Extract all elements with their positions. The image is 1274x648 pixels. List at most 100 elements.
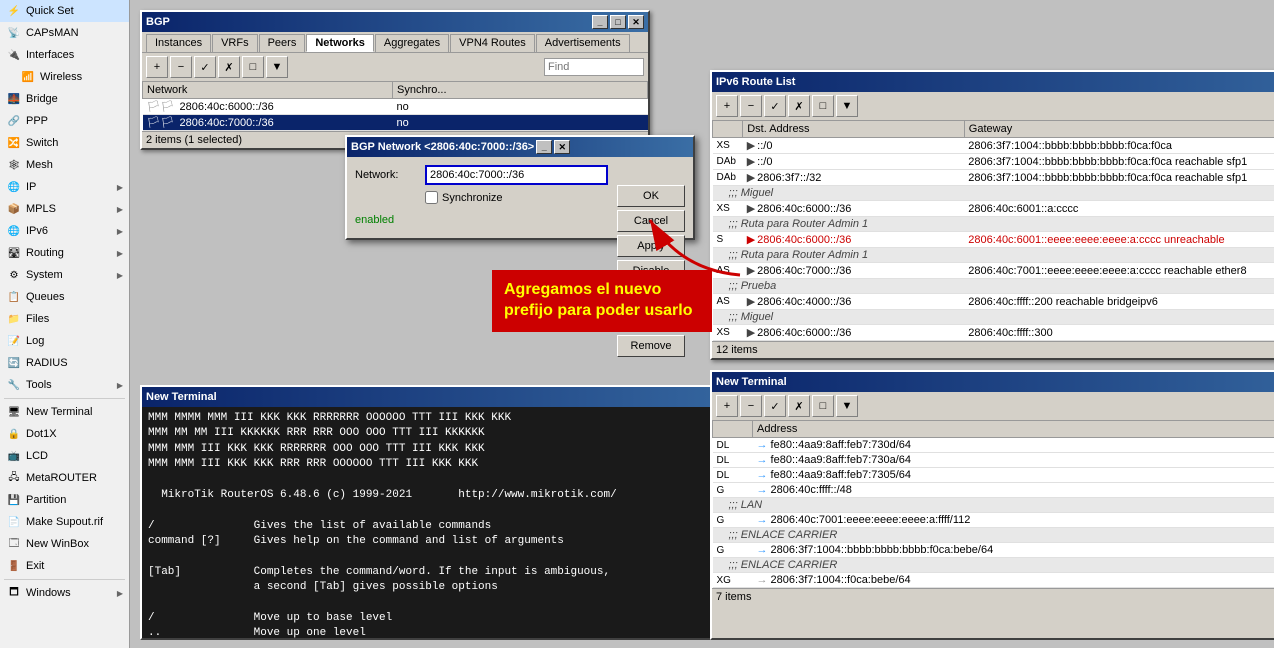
sidebar-item-capsman[interactable]: 📡 CAPsMAN	[0, 22, 129, 44]
ipv6-remove-btn[interactable]: −	[740, 95, 762, 117]
ipv6-filter-btn[interactable]: ▼	[836, 95, 858, 117]
sidebar-item-switch[interactable]: 🔀 Switch	[0, 132, 129, 154]
terminal-line: MMM MMM III KKK KKK RRRRRRR OOO OOO TTT …	[148, 442, 802, 457]
addr-window: New Terminal _ □ ✕ + − ✓ ✗ □ ▼ Address	[710, 370, 1274, 640]
ipv6-title: IPv6 Route List	[716, 76, 1274, 88]
bgp-maximize-btn[interactable]: □	[610, 15, 626, 29]
table-row[interactable]: G → 2806:40c:7001:eeee:eeee:eeee:a:ffff/…	[713, 513, 1274, 528]
supout-icon: 📄	[6, 514, 22, 530]
tab-instances[interactable]: Instances	[146, 34, 211, 52]
queues-icon: 📋	[6, 289, 22, 305]
table-row[interactable]: XS ▶::/0 2806:3f7:1004::bbbb:bbbb:bbbb:f…	[713, 138, 1274, 154]
ipv6-enable-btn[interactable]: ✓	[764, 95, 786, 117]
lcd-icon: 📺	[6, 448, 22, 464]
sidebar-item-exit[interactable]: 🚪 Exit	[0, 555, 129, 577]
table-row[interactable]: 🏳🏳 2806:40c:6000::/36 no	[143, 99, 648, 115]
addr-filter-btn[interactable]: ▼	[836, 395, 858, 417]
addr-copy-btn[interactable]: □	[812, 395, 834, 417]
table-row[interactable]: DL → fe80::4aa9:8aff:feb7:730d/64	[713, 438, 1274, 453]
sidebar-item-partition[interactable]: 💾 Partition	[0, 489, 129, 511]
sidebar-item-ppp[interactable]: 🔗 PPP	[0, 110, 129, 132]
table-row[interactable]: DAb ▶::/0 2806:3f7:1004::bbbb:bbbb:bbbb:…	[713, 154, 1274, 170]
addr-remove-btn[interactable]: −	[740, 395, 762, 417]
ipv6-copy-btn[interactable]: □	[812, 95, 834, 117]
ipv6-add-btn[interactable]: +	[716, 95, 738, 117]
sidebar-item-ip[interactable]: 🌐 IP	[0, 176, 129, 198]
table-row[interactable]: S ▶2806:40c:6000::/36 2806:40c:6001::eee…	[713, 232, 1274, 248]
wireless-icon: 📶	[20, 69, 36, 85]
sync-cell: no	[393, 99, 648, 115]
bgp-table: Network Synchro... 🏳🏳 2806:40c:6000::/36…	[142, 81, 648, 131]
ipv6-disable-btn[interactable]: ✗	[788, 95, 810, 117]
windows-icon: 🗖	[6, 585, 22, 601]
addr-disable-btn[interactable]: ✗	[788, 395, 810, 417]
sidebar-item-interfaces[interactable]: 🔌 Interfaces	[0, 44, 129, 66]
table-row[interactable]: 🏳🏳 2806:40c:7000::/36 no	[143, 115, 648, 131]
enable-btn[interactable]: ✓	[194, 56, 216, 78]
copy-btn[interactable]: □	[242, 56, 264, 78]
tab-peers[interactable]: Peers	[259, 34, 306, 52]
sidebar-item-new-terminal[interactable]: 🖥 New Terminal	[0, 401, 129, 423]
sidebar-item-lcd[interactable]: 📺 LCD	[0, 445, 129, 467]
sidebar-item-metarouter[interactable]: 🖧 MetaROUTER	[0, 467, 129, 489]
sidebar-item-radius[interactable]: 🔄 RADIUS	[0, 352, 129, 374]
table-row[interactable]: XS ▶2806:40c:6000::/36 2806:40c:ffff::30…	[713, 325, 1274, 341]
system-icon: ⚙	[6, 267, 22, 283]
tab-vrfs[interactable]: VRFs	[212, 34, 258, 52]
dialog-minimize-btn[interactable]: _	[536, 140, 552, 154]
log-icon: 📝	[6, 333, 22, 349]
table-row[interactable]: DL → fe80::4aa9:8aff:feb7:7305/64	[713, 468, 1274, 483]
table-row[interactable]: G → 2806:3f7:1004::bbbb:bbbb:bbbb:f0ca:b…	[713, 543, 1274, 558]
bgp-find-input[interactable]	[544, 58, 644, 76]
sidebar-item-files[interactable]: 📁 Files	[0, 308, 129, 330]
sidebar-item-routing[interactable]: 🛣 Routing	[0, 242, 129, 264]
addr-enable-btn[interactable]: ✓	[764, 395, 786, 417]
bgp-minimize-btn[interactable]: _	[592, 15, 608, 29]
table-row[interactable]: AS ▶2806:40c:4000::/36 2806:40c:ffff::20…	[713, 294, 1274, 310]
sidebar-item-system[interactable]: ⚙ System	[0, 264, 129, 286]
table-row: ;;; Prueba	[713, 279, 1274, 294]
table-row[interactable]: G → 2806:40c:ffff::/48	[713, 483, 1274, 498]
table-row[interactable]: AS ▶2806:40c:7000::/36 2806:40c:7001::ee…	[713, 263, 1274, 279]
sidebar-item-windows[interactable]: 🗖 Windows	[0, 582, 129, 604]
synchronize-checkbox[interactable]	[425, 191, 438, 204]
terminal-line: MikroTik RouterOS 6.48.6 (c) 1999-2021 h…	[148, 488, 802, 503]
table-row[interactable]: XG → 2806:3f7:1004::f0ca:bebe/64	[713, 573, 1274, 588]
table-row[interactable]: DL → fe80::4aa9:8aff:feb7:730a/64	[713, 453, 1274, 468]
terminal-content[interactable]: MMM MMMM MMM III KKK KKK RRRRRRR OOOOOO …	[142, 407, 808, 638]
remove-btn[interactable]: −	[170, 56, 192, 78]
add-btn[interactable]: +	[146, 56, 168, 78]
dialog-close-btn[interactable]: ✕	[554, 140, 570, 154]
sidebar-item-mpls[interactable]: 📦 MPLS	[0, 198, 129, 220]
network-input[interactable]	[425, 165, 608, 185]
sidebar-item-supout[interactable]: 📄 Make Supout.rif	[0, 511, 129, 533]
switch-icon: 🔀	[6, 135, 22, 151]
table-row[interactable]: DAb ▶2806:3f7::/32 2806:3f7:1004::bbbb:b…	[713, 170, 1274, 186]
col-dst: Dst. Address	[743, 121, 965, 138]
disable-btn[interactable]: ✗	[218, 56, 240, 78]
sidebar-item-dot1x[interactable]: 🔒 Dot1X	[0, 423, 129, 445]
addr-table: Address DL → fe80::4aa9:8aff:feb7:730d/6…	[712, 420, 1274, 588]
sidebar-item-bridge[interactable]: 🌉 Bridge	[0, 88, 129, 110]
sidebar-item-tools[interactable]: 🔧 Tools	[0, 374, 129, 396]
tab-advertisements[interactable]: Advertisements	[536, 34, 630, 52]
sidebar-item-ipv6[interactable]: 🌐 IPv6	[0, 220, 129, 242]
main-area: BGP _ □ ✕ Instances VRFs Peers Networks …	[130, 0, 1274, 648]
sidebar-item-queues[interactable]: 📋 Queues	[0, 286, 129, 308]
sidebar-item-wireless[interactable]: 📶 Wireless	[0, 66, 129, 88]
sidebar-item-log[interactable]: 📝 Log	[0, 330, 129, 352]
table-row[interactable]: XS ▶2806:40c:6000::/36 2806:40c:6001::a:…	[713, 201, 1274, 217]
remove-dialog-button[interactable]: Remove	[617, 335, 685, 357]
sidebar-item-newwinbox[interactable]: 🗔 New WinBox	[0, 533, 129, 555]
tab-vpn4routes[interactable]: VPN4 Routes	[450, 34, 535, 52]
tab-networks[interactable]: Networks	[306, 34, 374, 52]
bgp-titlebar: BGP _ □ ✕	[142, 12, 648, 32]
addr-add-btn[interactable]: +	[716, 395, 738, 417]
col-flags	[713, 121, 743, 138]
filter-btn[interactable]: ▼	[266, 56, 288, 78]
tab-aggregates[interactable]: Aggregates	[375, 34, 449, 52]
sidebar-item-mesh[interactable]: 🕸 Mesh	[0, 154, 129, 176]
bgp-close-btn[interactable]: ✕	[628, 15, 644, 29]
sidebar-item-quickset[interactable]: ⚡ Quick Set	[0, 0, 129, 22]
table-row: ;;; Ruta para Router Admin 1	[713, 217, 1274, 232]
